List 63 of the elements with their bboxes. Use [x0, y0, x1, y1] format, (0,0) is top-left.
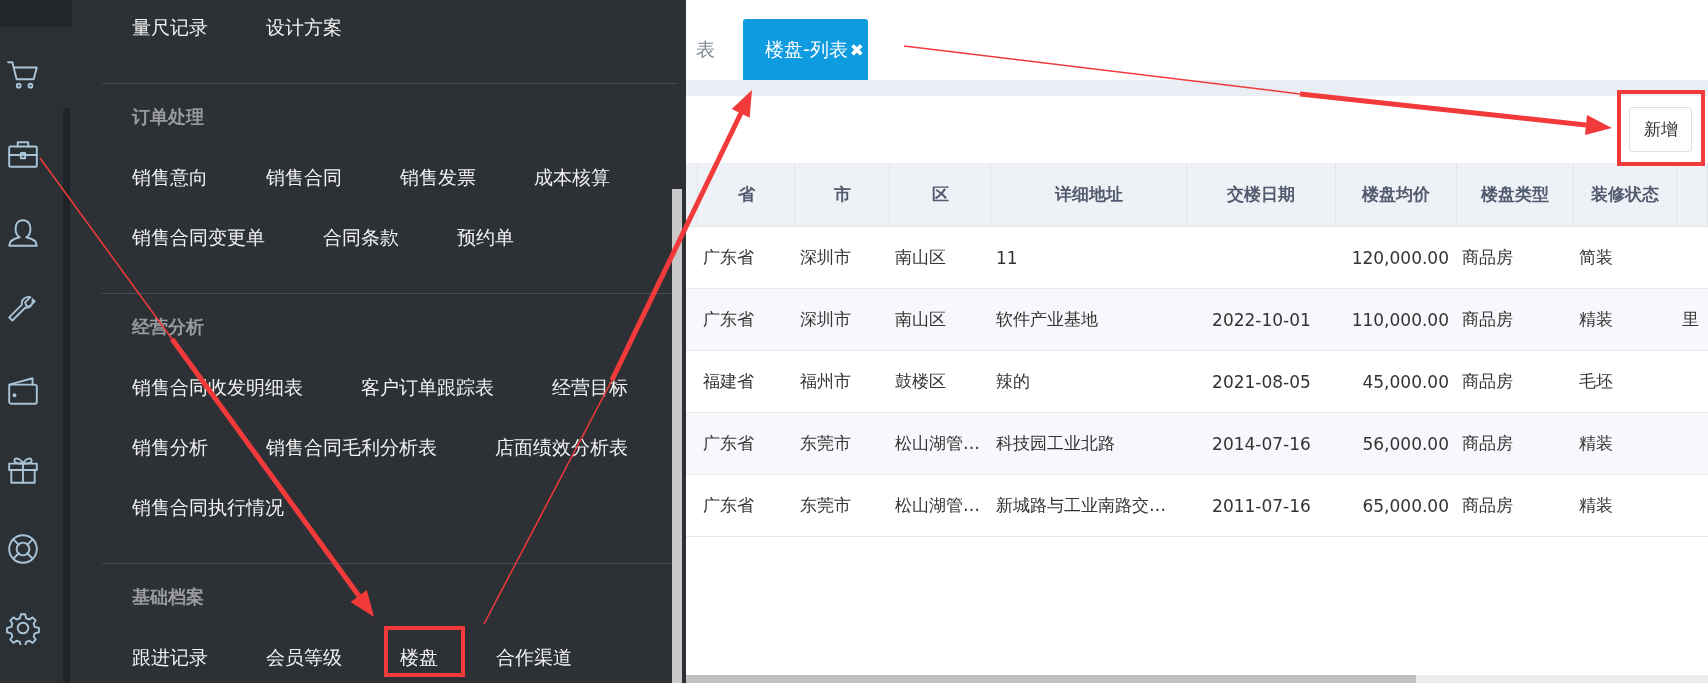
column-header: 楼盘类型	[1457, 163, 1574, 227]
tab[interactable]: 表	[696, 19, 715, 80]
add-button[interactable]: 新增	[1629, 107, 1692, 152]
table-cell: 东莞市	[795, 413, 890, 475]
column-header	[1677, 163, 1708, 227]
menu-item[interactable]: 销售合同	[266, 147, 342, 207]
column-header: 交楼日期	[1187, 163, 1336, 227]
table-cell: 65,000.00	[1336, 475, 1457, 537]
table-cell: 2011-07-16	[1187, 475, 1336, 537]
table-cell: 软件产业基地	[991, 289, 1187, 351]
menu-item[interactable]: 销售分析	[132, 417, 208, 477]
user-icon[interactable]	[6, 216, 40, 250]
scrollbar[interactable]	[672, 189, 682, 683]
table-cell: 110,000.00	[1336, 289, 1457, 351]
section-title: 订单处理	[132, 105, 204, 129]
menu-item[interactable]: 销售发票	[400, 147, 476, 207]
menu-item[interactable]: 合同条款	[323, 207, 399, 267]
table-cell: 精装	[1574, 475, 1677, 537]
scrollbar[interactable]	[686, 675, 1708, 683]
menu-item[interactable]: 客户订单跟踪表	[361, 357, 494, 417]
wallet-icon[interactable]	[6, 374, 40, 408]
table-cell: 深圳市	[795, 289, 890, 351]
table-cell: 东莞市	[795, 475, 890, 537]
menu-item[interactable]: 会员等级	[266, 627, 342, 683]
column-header: 楼盘均价	[1336, 163, 1457, 227]
menu-item[interactable]: 楼盘	[400, 627, 438, 683]
table-cell: 广东省	[698, 289, 795, 351]
column-header: 装修状态	[1574, 163, 1677, 227]
column-header: 市	[795, 163, 890, 227]
menu-item[interactable]: 合作渠道	[496, 627, 572, 683]
table-cell: 新城路与工业南路交…	[991, 475, 1187, 537]
column-header: 省	[698, 163, 795, 227]
table-cell: 2014-07-16	[1187, 413, 1336, 475]
menu-item[interactable]: 跟进记录	[132, 627, 208, 683]
table-cell: 商品房	[1457, 413, 1574, 475]
menu-item[interactable]: 销售合同变更单	[132, 207, 265, 267]
scrollbar[interactable]	[63, 108, 70, 683]
table-cell: 商品房	[1457, 475, 1574, 537]
table-cell: 56,000.00	[1336, 413, 1457, 475]
table-cell: 科技园工业北路	[991, 413, 1187, 475]
menu-item[interactable]: 量尺记录	[132, 0, 208, 57]
menu-item[interactable]: 预约单	[457, 207, 514, 267]
menu-item[interactable]: 设计方案	[266, 0, 342, 57]
menu-item[interactable]: 经营目标	[552, 357, 628, 417]
menu-item[interactable]: 销售合同毛利分析表	[266, 417, 437, 477]
table-cell: 松山湖管…	[890, 475, 991, 537]
table-cell: 商品房	[1457, 289, 1574, 351]
table-cell: 广东省	[698, 475, 795, 537]
column-header: 详细地址	[991, 163, 1187, 227]
table-cell: 松山湖管…	[890, 413, 991, 475]
menu-item[interactable]: 销售合同执行情况	[132, 477, 284, 537]
table-cell: 南山区	[890, 289, 991, 351]
table-cell: 精装	[1574, 289, 1677, 351]
menu-item[interactable]: 销售意向	[132, 147, 208, 207]
table-cell: 2022-10-01	[1187, 289, 1336, 351]
menu-item[interactable]: 成本核算	[534, 147, 610, 207]
lifebuoy-icon[interactable]	[6, 532, 40, 566]
table-cell: 广东省	[698, 413, 795, 475]
table-cell: 精装	[1574, 413, 1677, 475]
gear-icon[interactable]	[6, 611, 40, 645]
column-header: 区	[890, 163, 991, 227]
table-cell: 里	[1677, 289, 1708, 351]
section-title: 基础档案	[132, 585, 204, 609]
